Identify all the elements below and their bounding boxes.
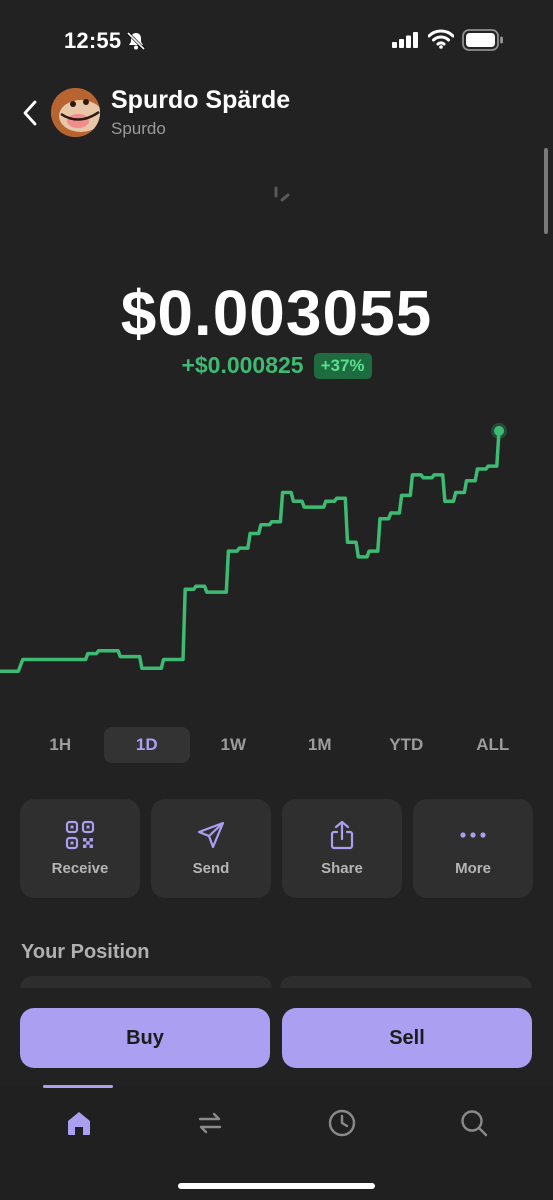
bell-muted-icon — [126, 31, 146, 51]
position-card-right — [280, 976, 532, 988]
qr-code-icon — [65, 820, 95, 850]
buy-button[interactable]: Buy — [20, 1008, 270, 1068]
range-1m[interactable]: 1M — [277, 727, 364, 763]
token-symbol: Spurdo — [111, 119, 166, 138]
price-change-percent-badge: +37% — [313, 352, 372, 379]
more-button[interactable]: More — [413, 799, 533, 898]
price-change-absolute: +$0.000825 — [181, 352, 304, 378]
loading-indicator-icon — [274, 186, 290, 202]
tab-activity[interactable] — [322, 1103, 362, 1143]
send-button[interactable]: Send — [151, 799, 271, 898]
tab-swap[interactable] — [190, 1103, 230, 1143]
status-time: 12:55 — [64, 28, 122, 53]
token-avatar — [51, 88, 100, 137]
search-icon — [461, 1110, 488, 1137]
paper-plane-icon — [197, 821, 225, 849]
clock-icon — [328, 1109, 356, 1137]
range-1d[interactable]: 1D — [103, 727, 190, 763]
receive-label: Receive — [51, 860, 109, 877]
tab-home[interactable] — [59, 1103, 99, 1143]
more-label: More — [455, 860, 491, 877]
spurdo-face-icon — [51, 88, 100, 137]
share-icon — [330, 820, 354, 850]
price-line — [0, 430, 501, 673]
last-point-dot — [494, 425, 504, 436]
scrollbar[interactable] — [544, 148, 548, 234]
cellular-signal-icon — [392, 32, 418, 48]
battery-icon — [462, 29, 503, 51]
back-chevron-icon[interactable] — [18, 98, 44, 128]
active-tab-indicator — [43, 1085, 113, 1088]
share-button[interactable]: Share — [282, 799, 402, 898]
action-cards: Receive Send Share More — [20, 799, 533, 898]
home-indicator — [178, 1183, 375, 1189]
share-label: Share — [321, 860, 363, 877]
range-ytd[interactable]: YTD — [363, 727, 450, 763]
wifi-icon — [428, 29, 454, 49]
range-1w[interactable]: 1W — [190, 727, 277, 763]
price-chart[interactable] — [0, 400, 553, 700]
sell-button[interactable]: Sell — [282, 1008, 532, 1068]
home-icon — [68, 1112, 90, 1135]
range-all[interactable]: ALL — [450, 727, 537, 763]
price-change-row: +$0.000825 +37% — [0, 352, 553, 379]
receive-button[interactable]: Receive — [20, 799, 140, 898]
current-price: $0.003055 — [120, 277, 433, 349]
send-label: Send — [192, 860, 230, 877]
time-range-selector: 1H 1D 1W 1M YTD ALL — [17, 727, 536, 763]
range-1h[interactable]: 1H — [17, 727, 104, 763]
swap-arrows-icon — [198, 1112, 222, 1134]
token-name: Spurdo Spärde — [111, 86, 291, 114]
position-card-left — [20, 976, 272, 988]
ellipsis-icon — [460, 832, 486, 838]
your-position-heading: Your Position — [21, 941, 150, 963]
tab-search[interactable] — [454, 1103, 494, 1143]
